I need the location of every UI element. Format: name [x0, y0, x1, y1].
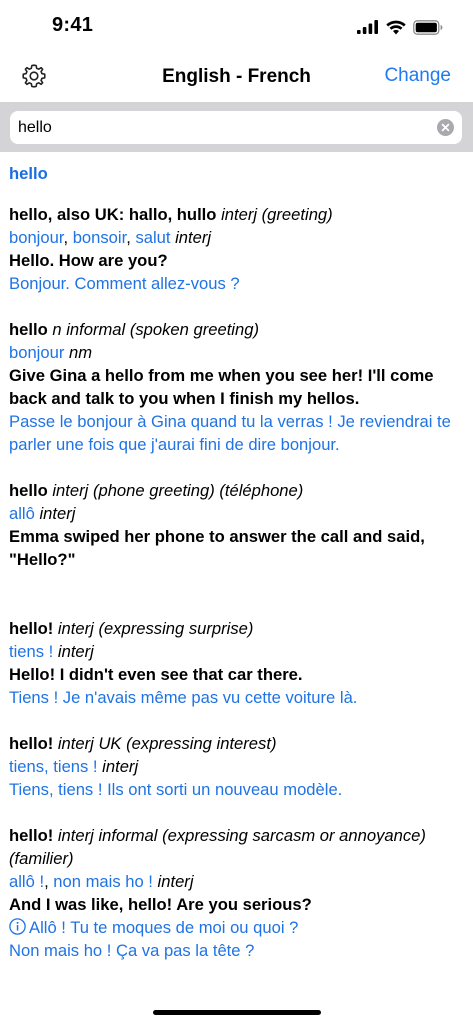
example-french: Non mais ho ! Ça va pas la tête ?	[9, 941, 255, 960]
entry-sense: (phone greeting) (téléphone)	[92, 481, 304, 500]
example-english: Emma swiped her phone to answer the call…	[9, 527, 425, 569]
clear-search-icon[interactable]	[437, 119, 454, 136]
entry-header: hello, also UK: hallo, hullo interj (gre…	[9, 203, 467, 226]
example-english: Hello! I didn't even see that car there.	[9, 665, 303, 684]
entry-grammar: interj	[57, 619, 94, 638]
entry-grammar: interj	[221, 205, 258, 224]
entry-sense: (greeting)	[261, 205, 333, 224]
entry-translations: tiens ! interj	[9, 640, 467, 663]
example-english: And I was like, hello! Are you serious?	[9, 895, 312, 914]
translation-link[interactable]: salut	[135, 228, 170, 247]
entry-headword: hello, also UK: hallo, hullo	[9, 205, 217, 224]
status-icons	[357, 17, 443, 37]
entry-headword: hello	[9, 320, 48, 339]
entry-grammar: n informal	[52, 320, 126, 339]
status-time: 9:41	[52, 14, 94, 36]
entry-headword: hello!	[9, 619, 54, 638]
search-field	[10, 111, 462, 144]
example-french: Bonjour. Comment allez-vous ?	[9, 274, 240, 293]
search-bar	[0, 102, 473, 152]
wifi-icon	[386, 20, 406, 34]
translation-link[interactable]: bonjour	[9, 343, 64, 362]
battery-icon	[413, 19, 443, 35]
translation-link[interactable]: bonsoir	[73, 228, 127, 247]
status-bar: 9:41	[0, 0, 473, 50]
entry-headword: hello!	[9, 734, 54, 753]
translation-link[interactable]: tiens, tiens !	[9, 757, 98, 776]
example-french: Tiens ! Je n'avais même pas vu cette voi…	[9, 688, 358, 707]
entry-sense: (expressing interest)	[126, 734, 277, 753]
dictionary-entry: hello! interj (expressing surprise) tien…	[9, 617, 467, 709]
entry-header: hello! interj informal (expressing sarca…	[9, 824, 467, 870]
entry-header: hello! interj UK (expressing interest)	[9, 732, 467, 755]
dictionary-entry: hello n informal (spoken greeting) bonjo…	[9, 318, 467, 456]
example-french-line: Allô ! Tu te moques de moi ou quoi ?	[9, 916, 467, 939]
dictionary-entry: hello! interj UK (expressing interest) t…	[9, 732, 467, 801]
translation-grammar: interj	[39, 504, 76, 523]
example-french: Passe le bonjour à Gina quand tu la verr…	[9, 412, 451, 454]
example-french: Allô ! Tu te moques de moi ou quoi ?	[29, 918, 299, 937]
dictionary-entry: hello interj (phone greeting) (téléphone…	[9, 479, 467, 571]
entry-headword: hello	[9, 481, 48, 500]
translation-link[interactable]: non mais ho !	[53, 872, 153, 891]
translation-grammar: interj	[175, 228, 212, 247]
info-icon[interactable]	[9, 918, 26, 935]
entry-translations: bonjour, bonsoir, salut interj	[9, 228, 212, 247]
dictionary-entry: hello, also UK: hallo, hullo interj (gre…	[9, 203, 467, 295]
entry-grammar: interj	[52, 481, 89, 500]
navigation-bar: English - French Change	[0, 50, 473, 102]
example-english: Hello. How are you?	[9, 251, 168, 270]
example-english: Give Gina a hello from me when you see h…	[9, 366, 434, 408]
entry-header: hello! interj (expressing surprise)	[9, 617, 467, 640]
entry-grammar: interj UK	[57, 734, 122, 753]
translation-link[interactable]: bonjour	[9, 228, 63, 247]
entry-sense: (expressing surprise)	[98, 619, 254, 638]
translation-grammar: interj	[57, 642, 94, 661]
entry-sense: (spoken greeting)	[129, 320, 259, 339]
entry-headword: hello!	[9, 826, 54, 845]
translation-grammar: interj	[157, 872, 194, 891]
translation-link[interactable]: tiens !	[9, 642, 53, 661]
cellular-signal-icon	[357, 20, 378, 34]
translation-link[interactable]: allô !	[9, 872, 44, 891]
entry-header: hello n informal (spoken greeting)	[9, 318, 467, 341]
home-indicator	[153, 1010, 321, 1015]
change-button[interactable]: Change	[384, 65, 451, 87]
translation-link[interactable]: allô	[9, 504, 35, 523]
search-input[interactable]	[18, 111, 428, 144]
translation-grammar: interj	[102, 757, 139, 776]
entry-translations: allô interj	[9, 502, 467, 525]
entry-translations: bonjour nm	[9, 341, 467, 364]
entry-translations: allô !, non mais ho ! interj	[9, 872, 194, 891]
dictionary-entry: hello! interj informal (expressing sarca…	[9, 824, 467, 962]
headword-title: hello	[9, 164, 48, 183]
dictionary-results: hello hello, also UK: hallo, hullo inter…	[9, 162, 467, 985]
entry-grammar: interj informal	[57, 826, 158, 845]
entry-translations: tiens, tiens ! interj	[9, 755, 467, 778]
entry-header: hello interj (phone greeting) (téléphone…	[9, 479, 467, 502]
example-french: Tiens, tiens ! Ils ont sorti un nouveau …	[9, 780, 343, 799]
translation-grammar: nm	[68, 343, 93, 362]
